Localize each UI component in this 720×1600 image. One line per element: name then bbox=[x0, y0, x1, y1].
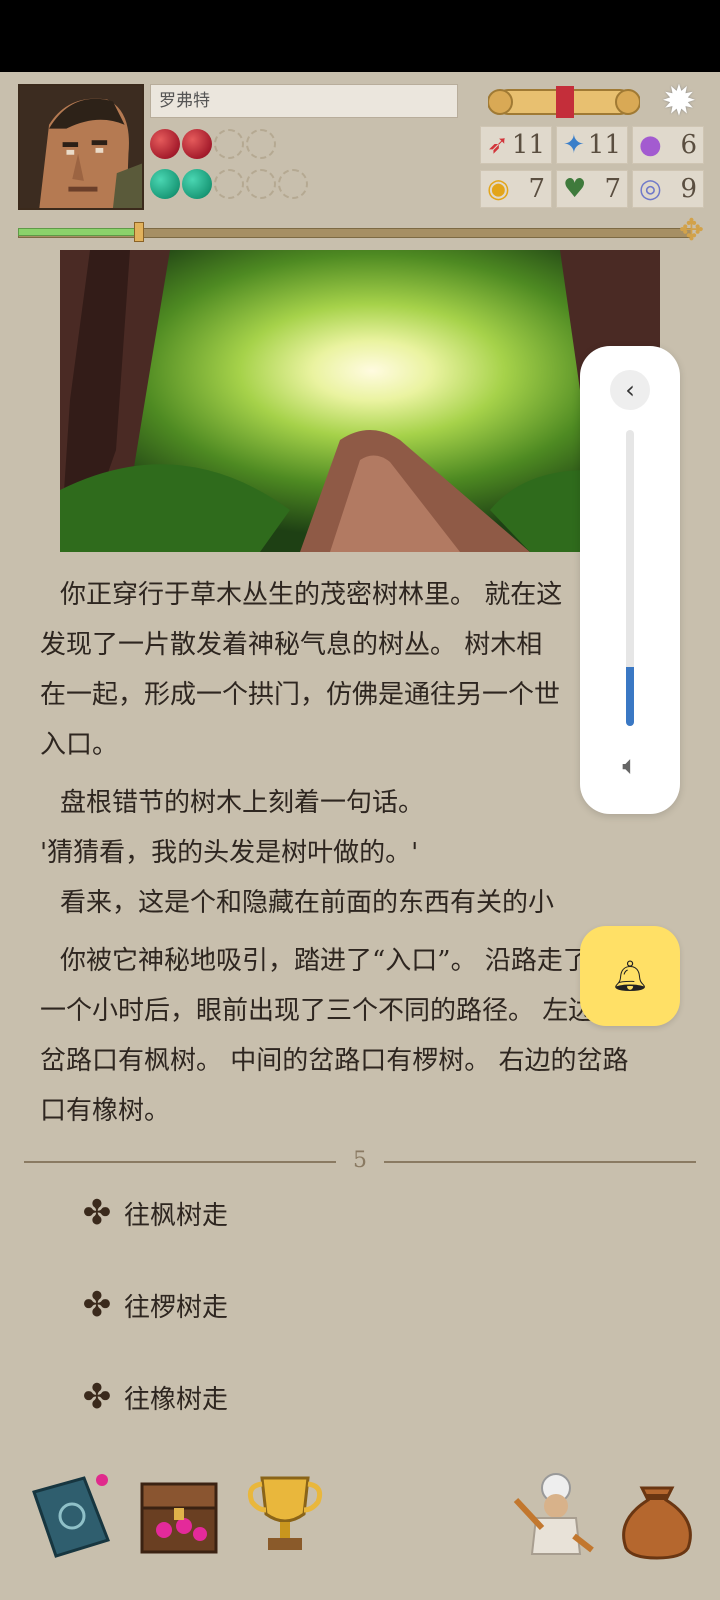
coin-icon: ◉ bbox=[487, 174, 510, 204]
stats-grid: ➶ 11 ✦ 11 ● 6 ◉ 7 ♥ 7 ◎ 9 bbox=[480, 126, 706, 208]
choice-linden[interactable]: ✤ 往椤树走 bbox=[80, 1280, 228, 1330]
progress-fill bbox=[18, 228, 139, 236]
empty-mana-orb-icon bbox=[246, 169, 276, 199]
choice-maple[interactable]: ✤ 往枫树走 bbox=[80, 1188, 228, 1238]
page-divider: 5 bbox=[24, 1148, 696, 1174]
heart-icon: ♥ bbox=[563, 174, 587, 204]
trophy-icon[interactable] bbox=[240, 1470, 330, 1560]
knot-icon: ✤ bbox=[82, 1193, 112, 1233]
story-line-riddle: '猜猜看，我的头发是树叶做的。' bbox=[40, 838, 419, 868]
target-icon: ◎ bbox=[639, 174, 662, 204]
character-name: 罗弗特 bbox=[150, 84, 458, 118]
choice-oak[interactable]: ✤ 往橡树走 bbox=[80, 1372, 228, 1422]
forest-scene-illustration bbox=[60, 250, 660, 552]
health-orb-icon bbox=[182, 129, 212, 159]
knot-icon: ✤ bbox=[82, 1285, 112, 1325]
stat-strength: ➶ 11 bbox=[480, 126, 552, 164]
game-screen: 罗弗特 ✹ ➶ 11 ✦ 11 ● 6 ◉ 7 ♥ 7 ◎ 9 ✥ 你正穿行于草… bbox=[0, 72, 720, 1600]
progress-marker bbox=[134, 222, 144, 242]
money-bag-icon[interactable] bbox=[612, 1470, 702, 1560]
spellbook-icon[interactable] bbox=[26, 1470, 116, 1560]
empty-health-orb-icon bbox=[214, 129, 244, 159]
health-orb-icon bbox=[150, 129, 180, 159]
chevron-left-icon[interactable]: ‹ bbox=[610, 370, 650, 410]
empty-health-orb-icon bbox=[246, 129, 276, 159]
stat-vitality: ♥ 7 bbox=[556, 170, 628, 208]
empty-mana-orb-icon bbox=[214, 169, 244, 199]
quest-scroll-icon[interactable] bbox=[487, 82, 641, 122]
stat-perception: ◎ 9 bbox=[632, 170, 704, 208]
potion-icon: ● bbox=[639, 130, 662, 160]
feather-icon: ✦ bbox=[563, 130, 585, 160]
settings-gear-icon[interactable]: ✹ bbox=[656, 78, 702, 124]
chef-icon[interactable] bbox=[506, 1470, 596, 1560]
speaker-icon[interactable]: 🔈︎ bbox=[610, 746, 650, 786]
treasure-chest-icon[interactable] bbox=[134, 1470, 224, 1560]
mana-orb-icon bbox=[182, 169, 212, 199]
character-portrait[interactable] bbox=[18, 84, 144, 210]
volume-panel: ‹ 🔈︎ bbox=[580, 346, 680, 814]
mana-orb-icon bbox=[150, 169, 180, 199]
volume-level bbox=[626, 667, 634, 726]
mana-orbs bbox=[150, 166, 308, 202]
sword-icon: ➶ bbox=[487, 130, 509, 160]
status-bar bbox=[0, 0, 720, 72]
bell-icon[interactable]: 🔔︎ bbox=[580, 926, 680, 1026]
knot-icon: ✤ bbox=[82, 1377, 112, 1417]
story-progress-bar: ✥ bbox=[14, 216, 704, 246]
empty-mana-orb-icon bbox=[278, 169, 308, 199]
story-line-hint: 看来，这是个和隐藏在前面的东西有关的小 bbox=[60, 888, 555, 918]
stat-agility: ✦ 11 bbox=[556, 126, 628, 164]
progress-end-ornament-icon: ✥ bbox=[678, 213, 704, 248]
health-orbs bbox=[150, 126, 276, 162]
stat-gold: ◉ 7 bbox=[480, 170, 552, 208]
stat-magic: ● 6 bbox=[632, 126, 704, 164]
